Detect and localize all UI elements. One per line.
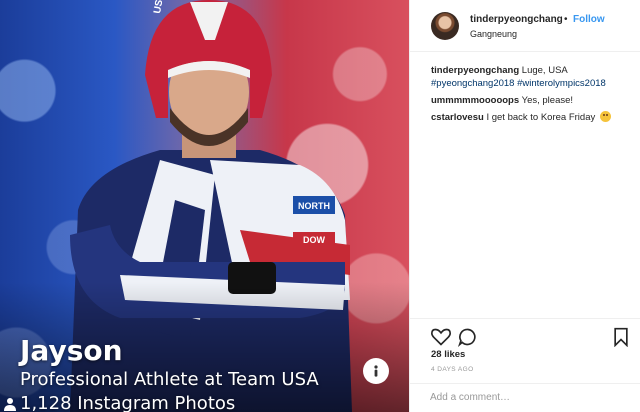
photo-count: 1,128 Instagram Photos xyxy=(4,393,235,412)
post-photo[interactable]: NORTH DOW USA Jayson Professional Athlet… xyxy=(0,0,409,412)
avatar[interactable] xyxy=(431,12,459,40)
list-item: cstarlovesu I get back to Korea Friday xyxy=(431,111,631,124)
smiling-face-emoji-icon xyxy=(599,111,611,122)
comment-icon[interactable] xyxy=(458,327,478,347)
bookmark-icon[interactable] xyxy=(611,327,631,347)
suit-logo-north: NORTH xyxy=(298,201,330,211)
comment-hashtags[interactable]: #pyeongchang2018 #winterolympics2018 xyxy=(431,78,606,89)
info-icon xyxy=(374,365,378,377)
add-comment-bar xyxy=(410,383,640,412)
add-comment-input[interactable] xyxy=(430,392,625,403)
heart-icon[interactable] xyxy=(431,327,451,347)
comment-username[interactable]: ummmmmooooops xyxy=(431,95,519,106)
comment-text: Luge, USA xyxy=(521,65,568,76)
post-sidebar: tinderpyeongchang • Follow Gangneung tin… xyxy=(409,0,640,412)
post-header: tinderpyeongchang • Follow Gangneung xyxy=(410,0,640,52)
list-item: ummmmmooooops Yes, please! xyxy=(431,94,631,107)
profile-name: Jayson xyxy=(20,334,123,367)
post-timestamp: 4 DAYS AGO xyxy=(431,366,474,373)
follow-button[interactable]: Follow xyxy=(573,14,605,25)
post-author-username[interactable]: tinderpyeongchang xyxy=(470,14,563,25)
person-icon xyxy=(4,397,16,411)
comment-text: Yes, please! xyxy=(521,95,574,106)
profile-role: Professional Athlete at Team USA xyxy=(20,369,319,390)
post-location[interactable]: Gangneung xyxy=(470,29,517,39)
helmet-logo: USA xyxy=(152,0,167,15)
comment-list: tinderpyeongchang Luge, USA #pyeongchang… xyxy=(431,64,631,128)
photo-count-label: 1,128 Instagram Photos xyxy=(20,393,236,412)
like-count[interactable]: 28 likes xyxy=(431,349,465,360)
comment-text: I get back to Korea Friday xyxy=(486,112,596,123)
header-separator: • xyxy=(564,14,568,25)
caption-comment: tinderpyeongchang Luge, USA #pyeongchang… xyxy=(431,64,631,90)
comment-username[interactable]: tinderpyeongchang xyxy=(431,65,519,76)
action-bar xyxy=(410,318,640,348)
suit-logo-dow: DOW xyxy=(303,235,326,245)
info-button[interactable] xyxy=(363,358,389,384)
comment-username[interactable]: cstarlovesu xyxy=(431,112,484,123)
